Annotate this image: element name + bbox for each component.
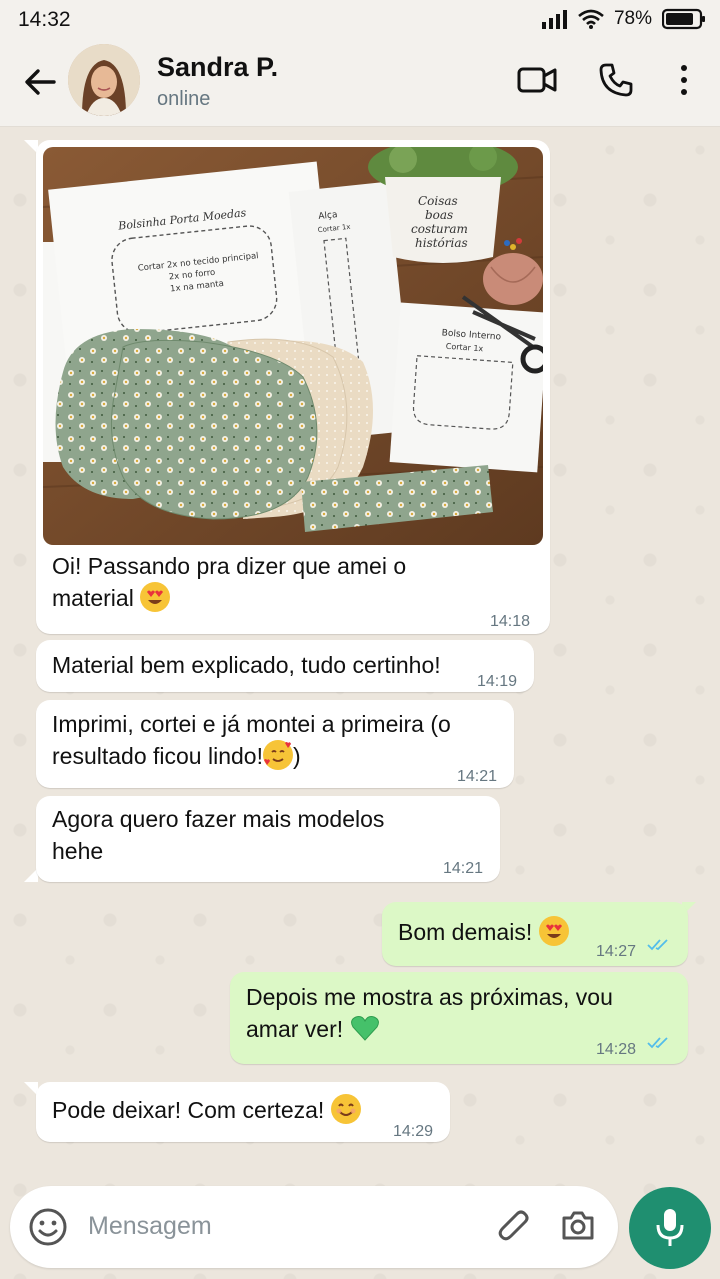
- microphone-icon: [656, 1209, 684, 1246]
- presence-status: online: [157, 88, 211, 110]
- message-composer[interactable]: Mensagem: [10, 1186, 618, 1268]
- message-text: Bom demais!: [398, 916, 569, 948]
- green-heart-emoji-icon: [350, 1013, 380, 1043]
- chat-header: Sandra P. online: [0, 40, 720, 127]
- smiling-face-emoji-icon: [330, 1094, 361, 1124]
- back-arrow-icon[interactable]: [22, 64, 58, 100]
- message-time: 14:21: [443, 860, 484, 877]
- heart-eyes-emoji-icon: [538, 916, 569, 946]
- battery-icon: [662, 8, 705, 30]
- video-call-icon[interactable]: [517, 62, 557, 98]
- voice-message-button[interactable]: [629, 1187, 711, 1269]
- emoji-icon[interactable]: [28, 1207, 68, 1247]
- message-text: Agora quero fazer mais modelos hehe: [52, 806, 385, 864]
- message-text: Depois me mostra as próximas, vou amar v…: [246, 984, 613, 1043]
- smiling-face-with-hearts-emoji-icon: [262, 740, 293, 770]
- message-bubble-incoming[interactable]: Imprimi, cortei e já montei a primeira (…: [36, 700, 514, 788]
- message-input[interactable]: Mensagem: [88, 1212, 212, 1241]
- status-time: 14:32: [18, 8, 71, 31]
- more-options-icon[interactable]: [676, 62, 692, 98]
- message-time: 14:29: [393, 1123, 434, 1140]
- message-text: Imprimi, cortei e já montei a primeira (…: [52, 711, 451, 770]
- read-receipt-icon: [647, 939, 668, 951]
- heart-eyes-emoji-icon: [140, 582, 171, 612]
- message-bubble-incoming[interactable]: Pode deixar! Com certeza! 14:29: [36, 1082, 450, 1142]
- message-bubble-incoming[interactable]: Bolsinha Porta Moedas Cortar 2x no tecid…: [36, 140, 550, 634]
- message-time: 14:19: [477, 673, 518, 690]
- message-text: Oi! Passando pra dizer que amei o materi…: [52, 553, 407, 612]
- camera-icon[interactable]: [560, 1210, 596, 1242]
- message-time: 14:18: [490, 613, 531, 630]
- phone-call-icon[interactable]: [598, 62, 634, 98]
- status-bar: 14:32 78%: [0, 0, 720, 40]
- message-time: 14:27: [596, 943, 637, 960]
- message-time: 14:28: [596, 1041, 637, 1058]
- battery-percent: 78%: [613, 8, 652, 29]
- message-bubble-incoming[interactable]: Agora quero fazer mais modelos hehe 14:2…: [36, 796, 500, 882]
- message-text: Material bem explicado, tudo certinho!: [52, 652, 441, 678]
- avatar[interactable]: [68, 44, 140, 116]
- contact-name[interactable]: Sandra P.: [157, 52, 278, 83]
- message-bubble-outgoing[interactable]: Bom demais! 14:27: [382, 902, 688, 966]
- wifi-icon: [578, 9, 604, 29]
- message-text: Pode deixar! Com certeza!: [52, 1094, 361, 1126]
- shared-photo[interactable]: Bolsinha Porta Moedas Cortar 2x no tecid…: [43, 147, 543, 545]
- strap-title: Alça: [318, 210, 338, 222]
- attach-icon[interactable]: [497, 1208, 533, 1246]
- message-time: 14:21: [457, 768, 498, 785]
- read-receipt-icon: [647, 1037, 668, 1049]
- message-bubble-outgoing[interactable]: Depois me mostra as próximas, vou amar v…: [230, 972, 688, 1064]
- signal-icon: [541, 10, 567, 29]
- message-bubble-incoming[interactable]: Material bem explicado, tudo certinho! 1…: [36, 640, 534, 692]
